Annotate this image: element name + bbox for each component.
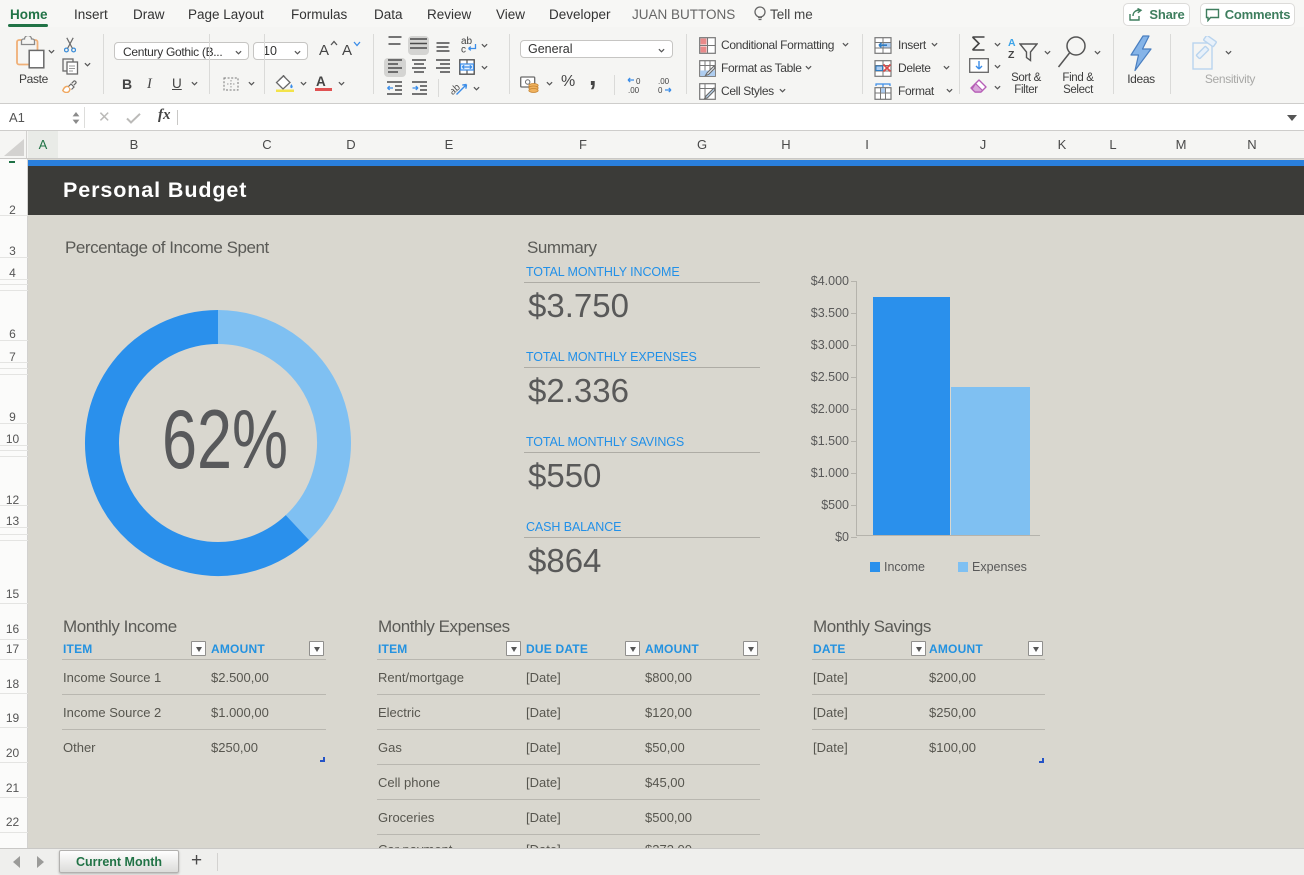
svg-text:.00: .00 xyxy=(628,86,640,94)
svg-text:.00: .00 xyxy=(658,77,670,86)
svg-text:c: c xyxy=(461,45,466,54)
svg-text:0: 0 xyxy=(658,86,663,94)
svg-text:0: 0 xyxy=(636,77,641,86)
